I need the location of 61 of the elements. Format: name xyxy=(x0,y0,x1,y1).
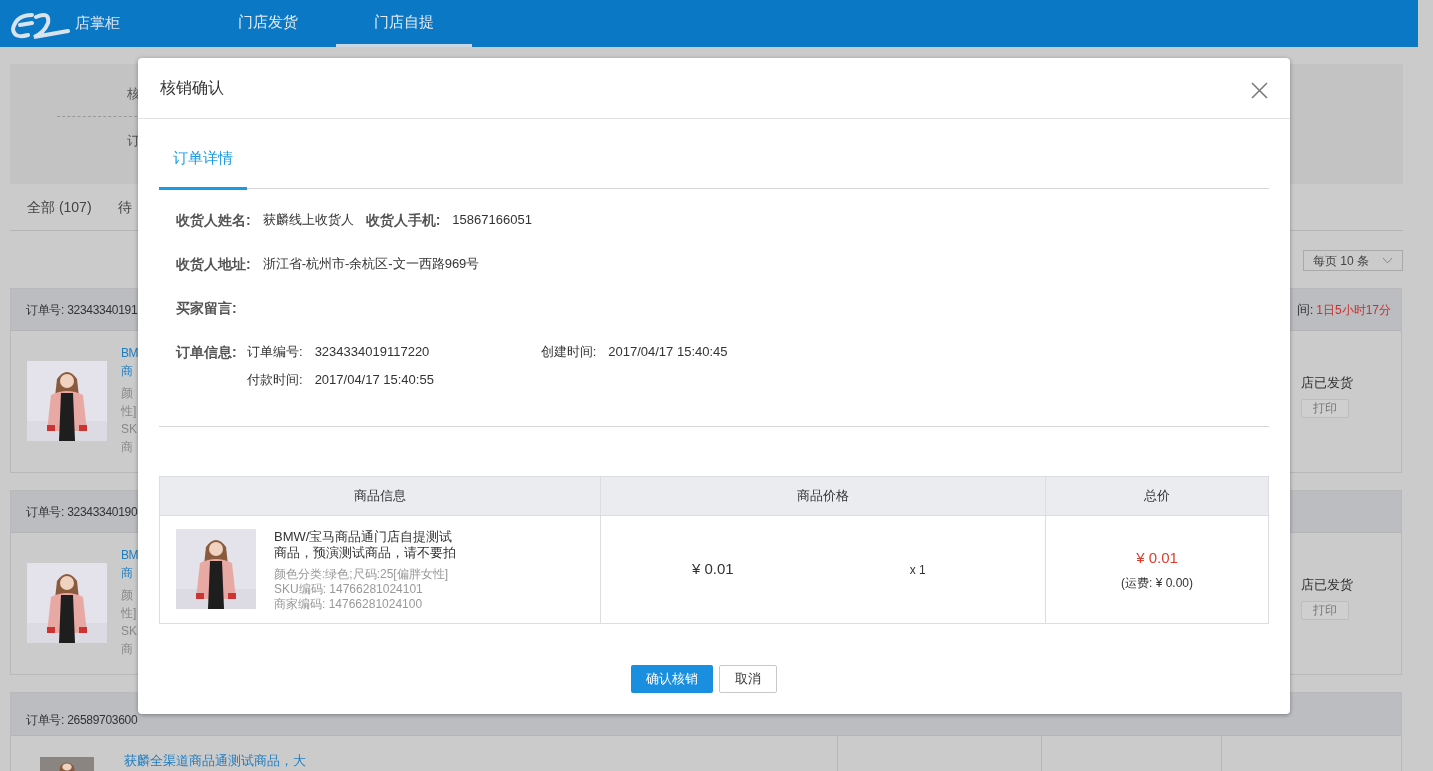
product-title-fragment: BM xyxy=(121,547,138,564)
field-label: 付款时间: xyxy=(247,371,303,390)
product-spec-fragment: SK xyxy=(121,421,137,438)
page-size-select[interactable]: 每页 10 条 xyxy=(1303,250,1403,271)
field-value: 获麟线上收货人 xyxy=(262,211,354,230)
field-value: 15867166051 xyxy=(452,211,532,230)
chevron-down-icon xyxy=(1382,257,1393,264)
product-spec-fragment: 性] xyxy=(121,403,137,420)
unit-price: ¥ 0.01 xyxy=(692,559,734,580)
product-title-fragment: BM xyxy=(121,345,138,362)
field-value: 2017/04/17 15:40:45 xyxy=(608,343,728,362)
column-header: 总价 xyxy=(1045,477,1268,515)
product-spec-fragment: 颜 xyxy=(121,587,133,604)
product-title-fragment: 商 xyxy=(121,363,133,380)
print-button[interactable]: 打印 xyxy=(1301,398,1349,418)
dialog-title: 核销确认 xyxy=(160,78,224,98)
field-label: 买家留言: xyxy=(176,298,237,318)
order-number: 订单号: 32343340191 xyxy=(26,301,138,319)
column-header: 商品价格 xyxy=(600,477,1045,515)
product-spec-fragment: SK xyxy=(121,623,137,640)
field-label: 收货人手机: xyxy=(365,210,441,230)
product-spec-fragment: 颜 xyxy=(121,385,133,402)
logo-text: 店掌柜 xyxy=(75,13,120,34)
product-title: 获麟全渠道商品通测试商品，大 xyxy=(124,753,306,768)
confirm-button[interactable]: 确认核销 xyxy=(631,665,713,693)
column-header: 商品信息 xyxy=(353,487,407,506)
product-spec: 颜色分类:绿色;尺码:25[偏胖女性] xyxy=(274,567,450,582)
product-title: BMW/宝马商品通门店自提测试商品，预演测试商品，请不要拍 xyxy=(274,529,457,561)
product-spec-fragment: 商 xyxy=(121,439,133,456)
status-tab[interactable]: 待 xyxy=(117,196,132,218)
print-button[interactable]: 打印 xyxy=(1301,600,1349,620)
status-text: 店已发货 xyxy=(1301,374,1353,392)
field-label: 收货人姓名: xyxy=(176,210,251,230)
cancel-button[interactable]: 取消 xyxy=(719,665,777,693)
close-icon[interactable] xyxy=(1251,81,1268,99)
order-number: 订单号: 26589703600 xyxy=(26,712,138,729)
product-spec: 商家编码: 14766281024100 xyxy=(274,597,424,612)
dialog-tab[interactable]: 订单详情 xyxy=(159,143,247,190)
product-spec-fragment: 商 xyxy=(121,641,133,658)
field-label: 创建时间: xyxy=(540,343,597,362)
field-value: 2017/04/17 15:40:55 xyxy=(314,371,434,390)
timer-label: 间: xyxy=(1296,300,1314,319)
panel-label-fragment: 核 xyxy=(127,85,140,103)
field-label: 收货人地址: xyxy=(176,254,251,274)
status-text: 店已发货 xyxy=(1301,576,1353,594)
timer-value: 1日5小时17分 xyxy=(1316,301,1391,319)
product-spec-fragment: 性] xyxy=(121,605,137,622)
field-label: 订单编号: xyxy=(247,343,303,362)
quantity: x 1 xyxy=(909,561,926,579)
order-number: 订单号: 32343340190 xyxy=(26,503,138,521)
shipping-fee: (运费: ¥ 0.00) xyxy=(1121,575,1193,593)
field-value: 浙江省-杭州市-余杭区-文一西路969号 xyxy=(262,255,480,274)
total-price: ¥ 0.01 xyxy=(1136,547,1178,568)
field-value: 3234334019117220 xyxy=(314,343,431,362)
nav-tab[interactable]: 门店自提 xyxy=(336,0,472,47)
nav-tab[interactable]: 门店发货 xyxy=(200,0,336,47)
product-title-fragment: 商 xyxy=(121,565,133,582)
field-label: 订单信息: xyxy=(176,342,238,362)
panel-label-fragment: 订 xyxy=(127,131,140,150)
product-spec: SKU编码: 14766281024101 xyxy=(274,582,424,597)
status-tab[interactable]: 全部 (107) xyxy=(27,196,92,218)
